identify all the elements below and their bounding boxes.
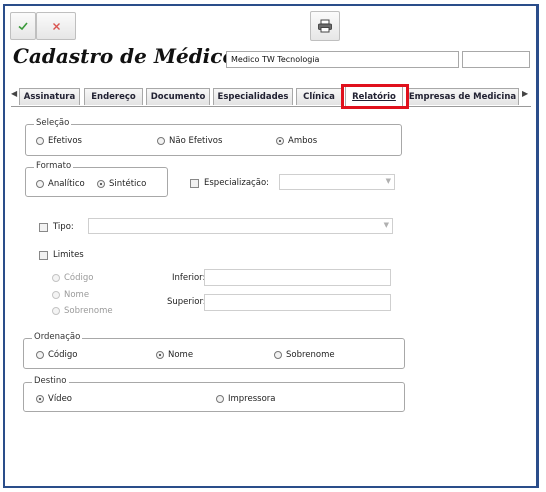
chevron-down-icon: ▼ — [385, 177, 391, 185]
tab-documento[interactable]: Documento — [146, 88, 210, 105]
superior-input[interactable] — [204, 294, 391, 311]
formato-legend: Formato — [34, 161, 74, 171]
formato-sintetico-radio[interactable]: Sintético — [97, 179, 146, 189]
highlight-box — [341, 84, 409, 109]
page-title: Cadastro de Médicos — [13, 44, 248, 68]
especializacao-select[interactable]: ▼ — [279, 174, 395, 190]
ordenacao-group: Ordenação Código Nome Sobrenome — [23, 332, 405, 369]
especializacao-checkbox[interactable]: Especialização: — [190, 178, 269, 188]
ordenacao-legend: Ordenação — [32, 332, 83, 342]
tab-strip: ◀ Assinatura Endereço Documento Especial… — [11, 86, 531, 107]
selecao-efetivos-radio[interactable]: Efetivos — [36, 136, 82, 146]
formato-analitico-radio[interactable]: Analítico — [36, 179, 85, 189]
ordenacao-sobrenome-radio[interactable]: Sobrenome — [274, 350, 335, 360]
destino-legend: Destino — [32, 376, 69, 386]
tab-endereco[interactable]: Endereço — [84, 88, 143, 105]
chevron-down-icon: ▼ — [383, 221, 389, 229]
limites-checkbox[interactable]: Limites — [39, 250, 84, 260]
selecao-legend: Seleção — [34, 118, 72, 128]
tab-clinica[interactable]: Clínica — [296, 88, 342, 105]
limites-sobrenome-radio[interactable]: Sobrenome — [52, 306, 113, 316]
cancel-button[interactable] — [36, 12, 76, 40]
print-button[interactable] — [310, 11, 340, 41]
printer-icon — [318, 19, 332, 33]
selecao-group: Seleção Efetivos Não Efetivos Ambos — [25, 118, 402, 156]
selecao-ambos-radio[interactable]: Ambos — [276, 136, 317, 146]
tab-especialidades[interactable]: Especialidades — [213, 88, 293, 105]
tipo-select[interactable]: ▼ — [88, 218, 393, 234]
limites-codigo-radio[interactable]: Código — [52, 273, 94, 283]
tab-empresas-de-medicina[interactable]: Empresas de Medicina — [406, 88, 519, 105]
formato-group: Formato Analítico Sintético — [25, 161, 168, 197]
doctor-name-field[interactable]: Medico TW Tecnologia — [226, 51, 459, 68]
confirm-button[interactable] — [10, 12, 36, 40]
toolbar — [5, 6, 536, 44]
limites-nome-radio[interactable]: Nome — [52, 290, 89, 300]
x-icon — [52, 22, 60, 30]
inferior-input[interactable] — [204, 269, 391, 286]
doctor-extra-field[interactable] — [462, 51, 530, 68]
destino-video-radio[interactable]: Vídeo — [36, 394, 72, 404]
ordenacao-codigo-radio[interactable]: Código — [36, 350, 78, 360]
inferior-label: Inferior: — [172, 273, 206, 283]
tab-scroll-right-icon[interactable]: ▶ — [522, 89, 528, 98]
ordenacao-nome-radio[interactable]: Nome — [156, 350, 193, 360]
checkmark-icon — [18, 22, 28, 31]
window-frame: Cadastro de Médicos Medico TW Tecnologia… — [3, 4, 539, 488]
tab-scroll-left-icon[interactable]: ◀ — [11, 89, 17, 98]
destino-impressora-radio[interactable]: Impressora — [216, 394, 275, 404]
superior-label: Superior: — [167, 297, 206, 307]
selecao-nao-efetivos-radio[interactable]: Não Efetivos — [157, 136, 222, 146]
tipo-checkbox[interactable]: Tipo: — [39, 222, 74, 232]
destino-group: Destino Vídeo Impressora — [23, 376, 405, 412]
tab-assinatura[interactable]: Assinatura — [19, 88, 80, 105]
